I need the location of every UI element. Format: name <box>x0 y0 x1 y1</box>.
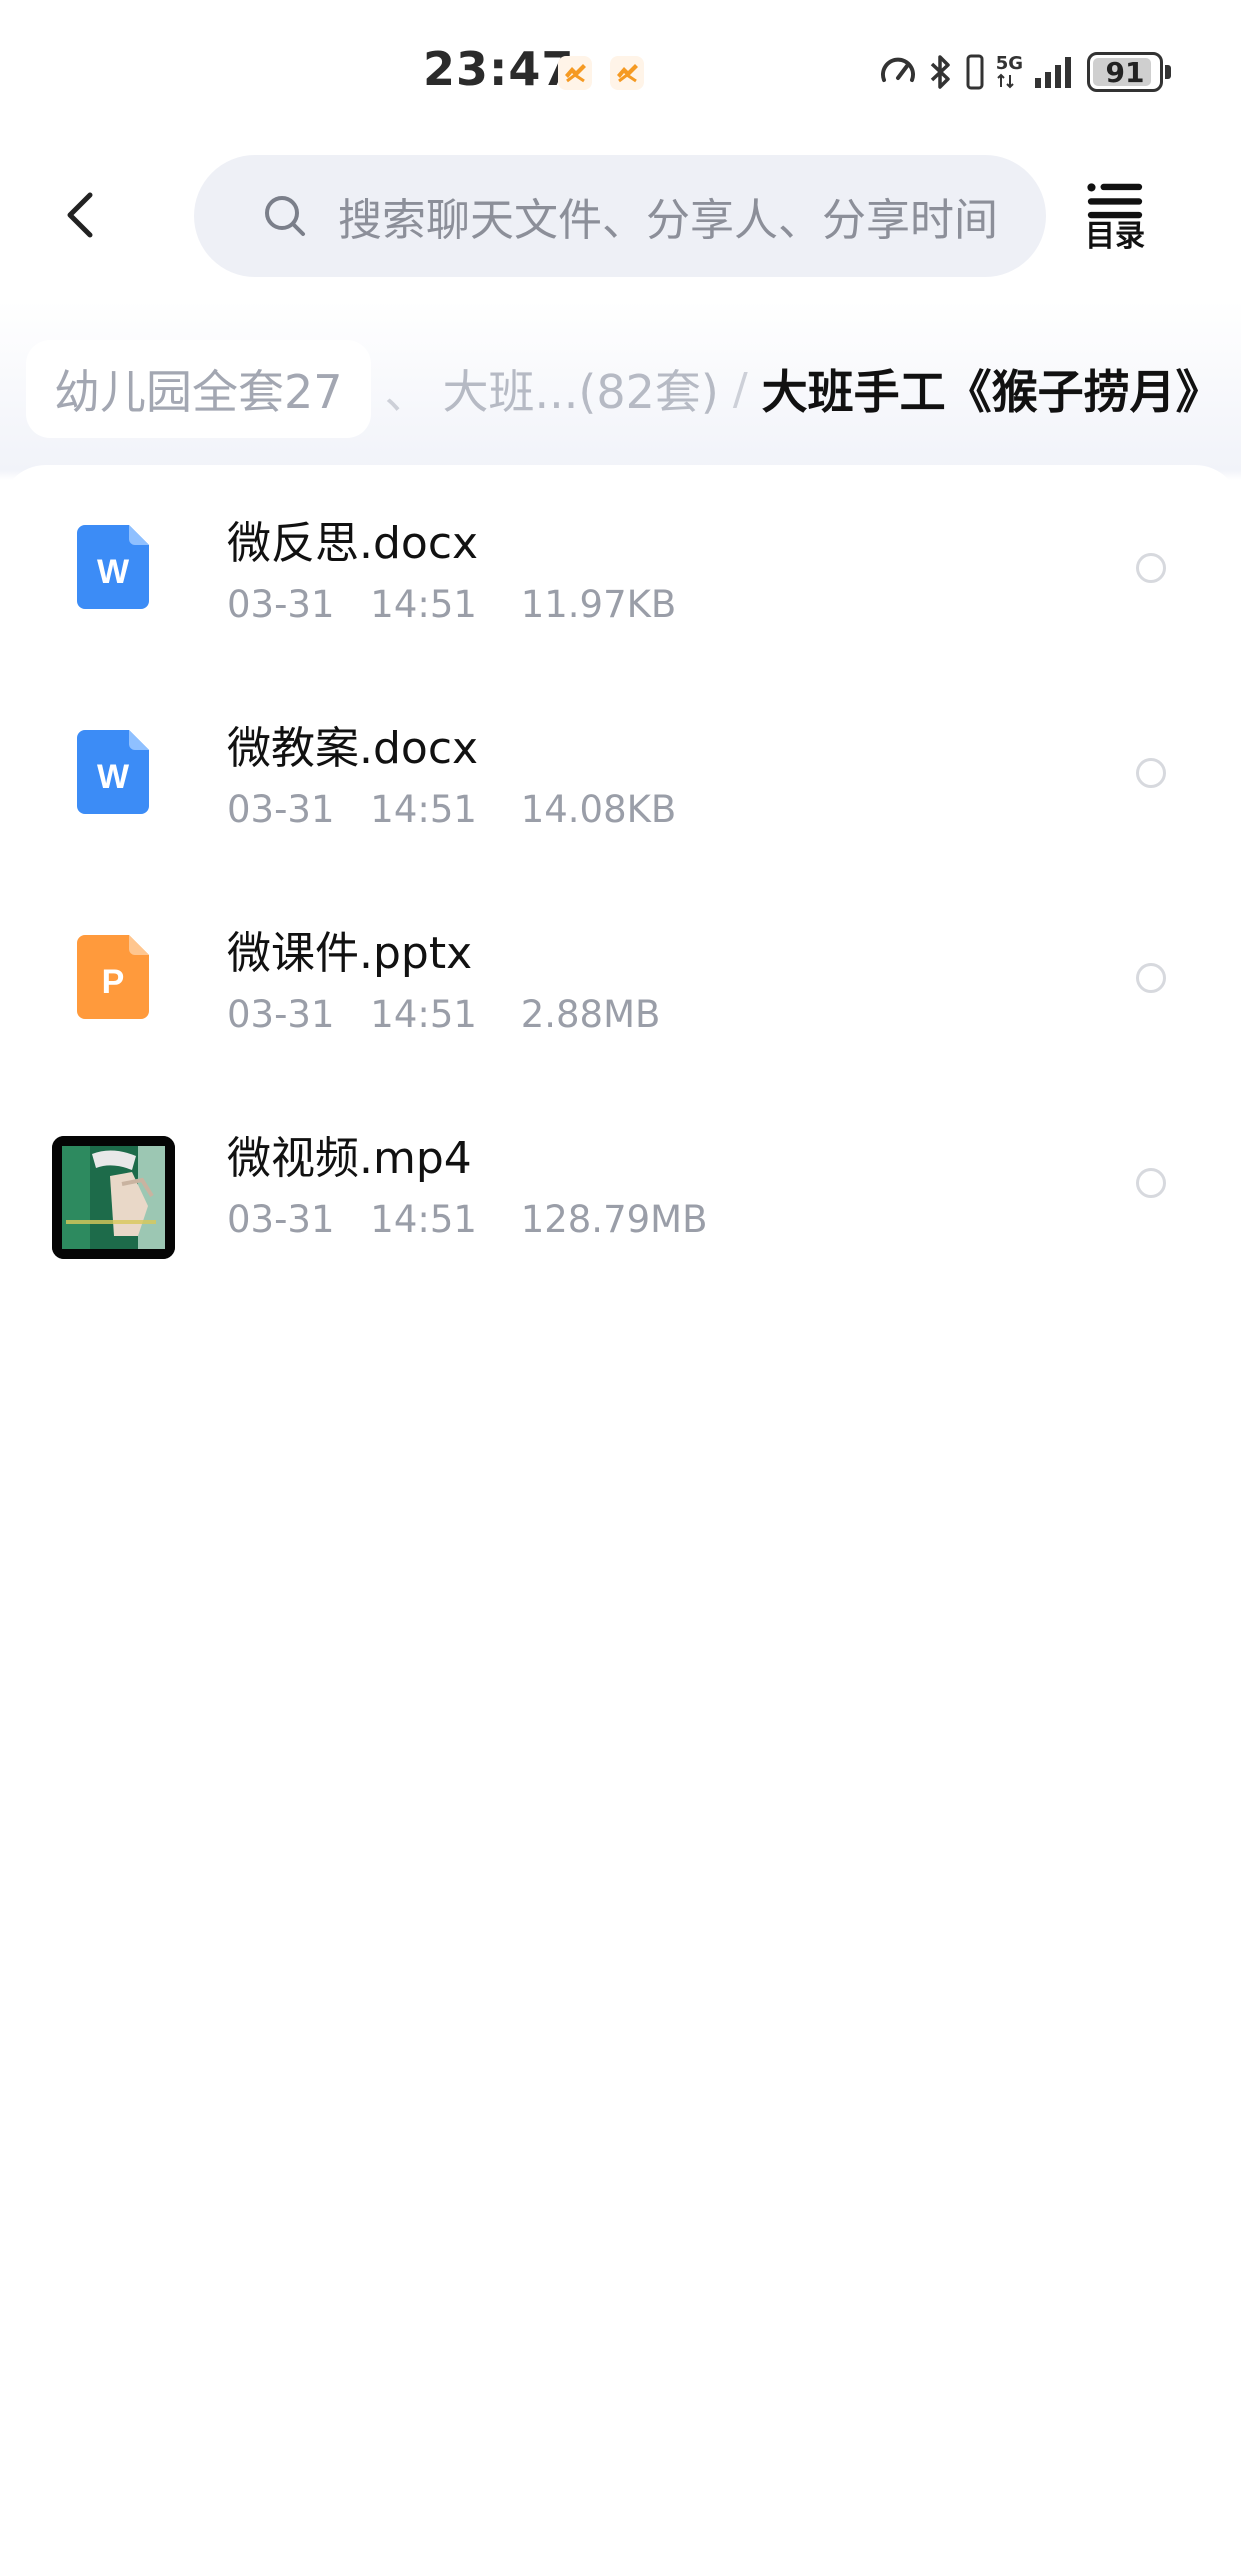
network-type: 5G <box>995 53 1023 74</box>
back-button[interactable] <box>50 185 110 245</box>
file-date: 03-31 <box>227 583 335 626</box>
file-row[interactable]: W 微教案.docx 03-31 14:51 14.08KB <box>0 670 1241 875</box>
list-icon <box>1087 183 1143 219</box>
file-name: 微反思.docx <box>227 518 479 569</box>
file-list: W 微反思.docx 03-31 14:51 11.97KB W 微教案.doc… <box>0 465 1241 1285</box>
breadcrumb-item-root[interactable]: 幼儿园全套27 <box>26 340 371 438</box>
network-indicator: 5G <box>996 55 1023 89</box>
file-time: 14:51 <box>370 583 477 626</box>
breadcrumb-item-current: 大班手工《猴子捞月》 <box>761 365 1222 419</box>
search-input[interactable]: 搜索聊天文件、分享人、分享时间 <box>194 155 1046 277</box>
breadcrumb: 幼儿园全套27 、 大班...(82套) / 大班手工《猴子捞月》 <box>26 340 1222 438</box>
file-time: 14:51 <box>370 1198 477 1241</box>
breadcrumb-item-parent[interactable]: 大班...(82套) <box>443 356 719 422</box>
file-time: 14:51 <box>370 993 477 1036</box>
search-placeholder: 搜索聊天文件、分享人、分享时间 <box>338 195 998 246</box>
word-document-icon: W <box>77 525 149 609</box>
file-meta: 03-31 14:51 2.88MB <box>227 993 660 1036</box>
vibrate-icon <box>966 54 984 90</box>
signal-icon <box>1035 57 1071 88</box>
svg-text:W: W <box>97 758 130 796</box>
file-meta: 03-31 14:51 11.97KB <box>227 583 676 626</box>
status-bar: 23:47 5G 91 <box>0 0 1241 145</box>
video-thumbnail <box>52 1136 175 1259</box>
select-radio[interactable] <box>1136 963 1166 993</box>
speed-icon <box>880 57 915 82</box>
select-radio[interactable] <box>1136 1168 1166 1198</box>
status-time: 23:47 <box>423 42 575 96</box>
ppt-document-icon: P <box>77 935 149 1019</box>
toc-label: 目录 <box>1085 219 1145 254</box>
word-document-icon: W <box>77 730 149 814</box>
file-row[interactable]: 微视频.mp4 03-31 14:51 128.79MB <box>0 1080 1241 1285</box>
toc-button[interactable]: 目录 <box>1080 182 1150 252</box>
app-notification-icon <box>558 56 592 90</box>
file-name: 微视频.mp4 <box>227 1133 472 1184</box>
svg-text:W: W <box>97 553 130 591</box>
chevron-left-icon <box>67 192 93 238</box>
data-arrows-icon <box>996 73 1014 89</box>
file-date: 03-31 <box>227 993 335 1036</box>
select-radio[interactable] <box>1136 758 1166 788</box>
battery-icon: 91 <box>1087 52 1171 92</box>
file-date: 03-31 <box>227 788 335 831</box>
file-time: 14:51 <box>370 788 477 831</box>
file-name: 微课件.pptx <box>227 928 473 979</box>
file-browser-screen: 23:47 5G 91 搜索聊天文件、分享人、分享时间 目录 幼儿园全套27 、… <box>0 0 1241 2560</box>
svg-text:P: P <box>102 963 125 1001</box>
file-size: 14.08KB <box>520 788 677 831</box>
file-meta: 03-31 14:51 128.79MB <box>227 1198 707 1241</box>
breadcrumb-separator: / <box>732 363 748 415</box>
search-icon <box>265 196 305 236</box>
file-name: 微教案.docx <box>227 723 479 774</box>
breadcrumb-separator: 、 <box>384 368 429 419</box>
video-thumbnail-image <box>52 1136 175 1259</box>
app-notification-icon <box>610 56 644 90</box>
file-size: 2.88MB <box>520 993 661 1036</box>
file-row[interactable]: P 微课件.pptx 03-31 14:51 2.88MB <box>0 875 1241 1080</box>
bluetooth-icon <box>930 55 950 89</box>
status-icons: 5G 91 <box>878 48 1171 96</box>
file-size: 128.79MB <box>520 1198 708 1241</box>
file-size: 11.97KB <box>520 583 677 626</box>
select-radio[interactable] <box>1136 553 1166 583</box>
battery-level: 91 <box>1105 55 1145 89</box>
file-row[interactable]: W 微反思.docx 03-31 14:51 11.97KB <box>0 465 1241 670</box>
file-meta: 03-31 14:51 14.08KB <box>227 788 676 831</box>
file-date: 03-31 <box>227 1198 335 1241</box>
